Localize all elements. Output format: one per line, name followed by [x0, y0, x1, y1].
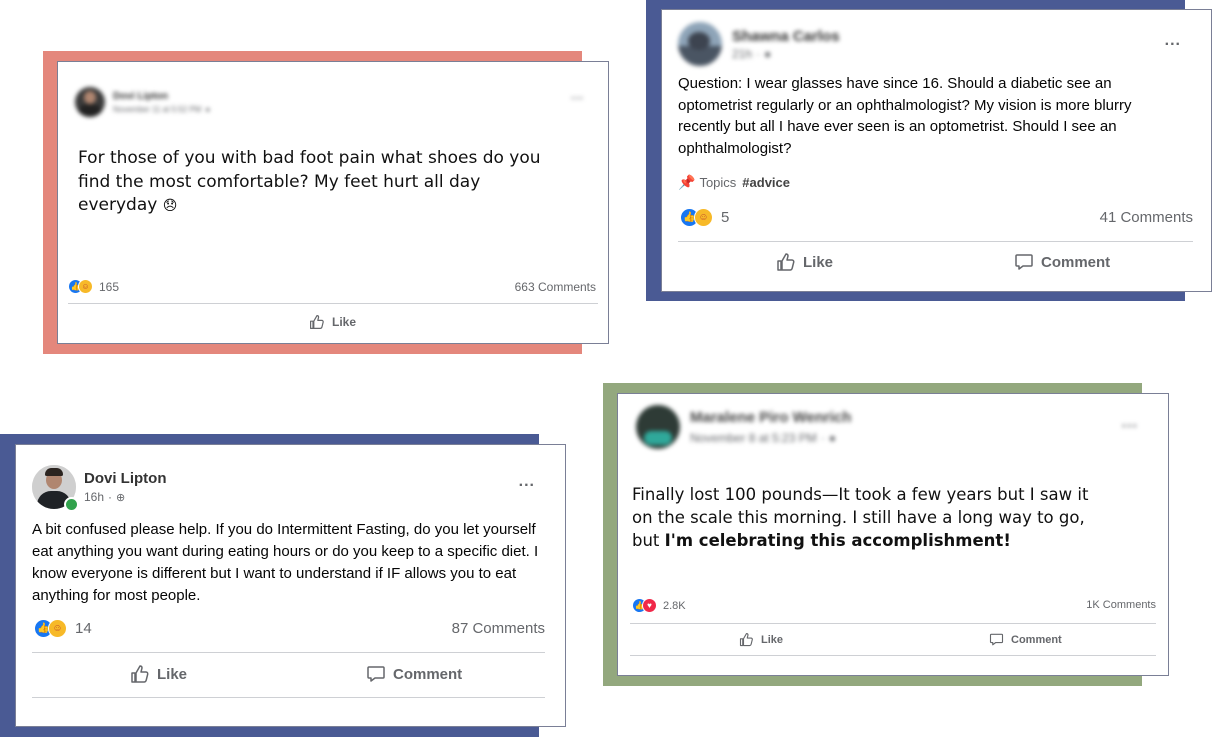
topics-row: 📌 Topics #advice [678, 174, 790, 191]
reaction-summary[interactable]: 👍 ♥ 2.8K [632, 598, 686, 613]
comment-button[interactable]: Comment [366, 664, 462, 684]
author-name[interactable]: Maralene Piro Wenrich [690, 409, 851, 426]
comments-count[interactable]: 663 Comments [515, 280, 596, 294]
post-text: For those of you with bad foot pain what… [78, 148, 541, 215]
post-card-foot-pain: Dovi Lipton November 11 at 5:52 PM ● ... … [57, 61, 609, 344]
comments-count[interactable]: 41 Comments [1100, 209, 1193, 226]
post-text: A bit confused please help. If you do In… [32, 521, 539, 604]
comment-bubble-icon [367, 666, 385, 682]
comment-button[interactable]: Comment [989, 632, 1062, 647]
reaction-count: 5 [721, 209, 730, 226]
thumbs-up-icon [310, 315, 324, 329]
divider [32, 697, 545, 698]
divider [68, 303, 598, 304]
thumbs-up-icon [777, 253, 795, 271]
post-card-intermittent-fasting: Dovi Lipton 16h · ⊕ ... A bit confused ple… [15, 444, 566, 727]
comments-count[interactable]: 87 Comments [452, 620, 545, 637]
more-options-icon[interactable]: ... [519, 473, 535, 491]
author-name[interactable]: Dovi Lipton [113, 91, 210, 102]
love-reaction-icon: ♥ [642, 598, 657, 613]
more-options-icon[interactable]: ... [571, 88, 584, 102]
reaction-summary[interactable]: 👍 ☺ 5 [680, 208, 729, 227]
divider [630, 655, 1156, 656]
avatar[interactable] [678, 22, 722, 66]
pushpin-icon: 📌 [678, 174, 696, 190]
reaction-summary[interactable]: 👍 ☺ 165 [68, 279, 119, 294]
care-reaction-icon: ☺ [48, 619, 67, 638]
globe-icon: ● [764, 46, 772, 61]
friends-icon: ⊕ [116, 491, 126, 504]
divider [678, 241, 1193, 242]
like-label: Like [157, 665, 188, 683]
post-header: Shawna Carlos 21h · ● [678, 22, 840, 66]
avatar[interactable] [636, 405, 680, 449]
post-time[interactable]: November 11 at 5:52 PM ● [113, 105, 210, 114]
post-time[interactable]: 16h · ⊕ [84, 490, 167, 504]
disappointed-emoji-icon: 😞 [162, 198, 178, 214]
post-card-glasses: Shawna Carlos 21h · ● ... Question: I wear… [661, 9, 1212, 292]
thumbs-up-icon [131, 665, 149, 683]
post-text: Finally lost 100 pounds—It took a few ye… [632, 485, 1089, 550]
divider [32, 652, 545, 653]
comment-label: Comment [393, 665, 463, 683]
more-options-icon[interactable]: ... [1122, 414, 1138, 432]
comment-label: Comment [1011, 633, 1062, 646]
like-button[interactable]: Like [309, 314, 356, 330]
post-card-weight-loss: Maralene Piro Wenrich November 8 at 5:23… [617, 393, 1169, 676]
comment-button[interactable]: Comment [1014, 252, 1110, 272]
globe-icon: ● [828, 431, 836, 445]
post-time[interactable]: 21h · ● [732, 47, 840, 61]
more-options-icon[interactable]: ... [1165, 32, 1181, 50]
reaction-count: 2.8K [663, 599, 686, 612]
care-reaction-icon: ☺ [78, 279, 93, 294]
post-header: Dovi Lipton November 11 at 5:52 PM ● [75, 87, 210, 117]
like-button[interactable]: Like [130, 664, 187, 684]
reaction-count: 14 [75, 620, 92, 637]
post-time[interactable]: November 8 at 5:23 PM · ● [690, 431, 851, 445]
like-label: Like [332, 315, 357, 329]
like-button[interactable]: Like [739, 632, 783, 647]
thumbs-up-icon [739, 632, 753, 647]
topics-label: Topics [699, 175, 737, 190]
avatar[interactable] [75, 87, 105, 117]
comments-count[interactable]: 1K Comments [1086, 599, 1156, 611]
comment-bubble-icon [989, 633, 1004, 646]
post-text: Question: I wear glasses have since 16. … [678, 75, 1132, 157]
care-reaction-icon: ☺ [694, 208, 713, 227]
post-header: Maralene Piro Wenrich November 8 at 5:23… [636, 405, 851, 449]
author-name[interactable]: Dovi Lipton [84, 470, 167, 487]
online-status-indicator [64, 497, 79, 512]
like-label: Like [803, 253, 834, 271]
avatar[interactable] [32, 465, 79, 512]
reaction-count: 165 [99, 279, 120, 294]
comment-bubble-icon [1015, 254, 1033, 270]
reaction-summary[interactable]: 👍 ☺ 14 [34, 619, 92, 638]
globe-icon: ● [205, 104, 211, 114]
post-header: Dovi Lipton 16h · ⊕ [32, 465, 167, 512]
author-name[interactable]: Shawna Carlos [732, 28, 840, 45]
like-label: Like [761, 633, 784, 646]
comment-label: Comment [1041, 253, 1111, 271]
bold-highlight: I'm celebrating this accomplishment! [664, 531, 1011, 550]
topic-tag-advice[interactable]: #advice [742, 175, 790, 190]
like-button[interactable]: Like [776, 252, 833, 272]
divider [630, 623, 1156, 624]
